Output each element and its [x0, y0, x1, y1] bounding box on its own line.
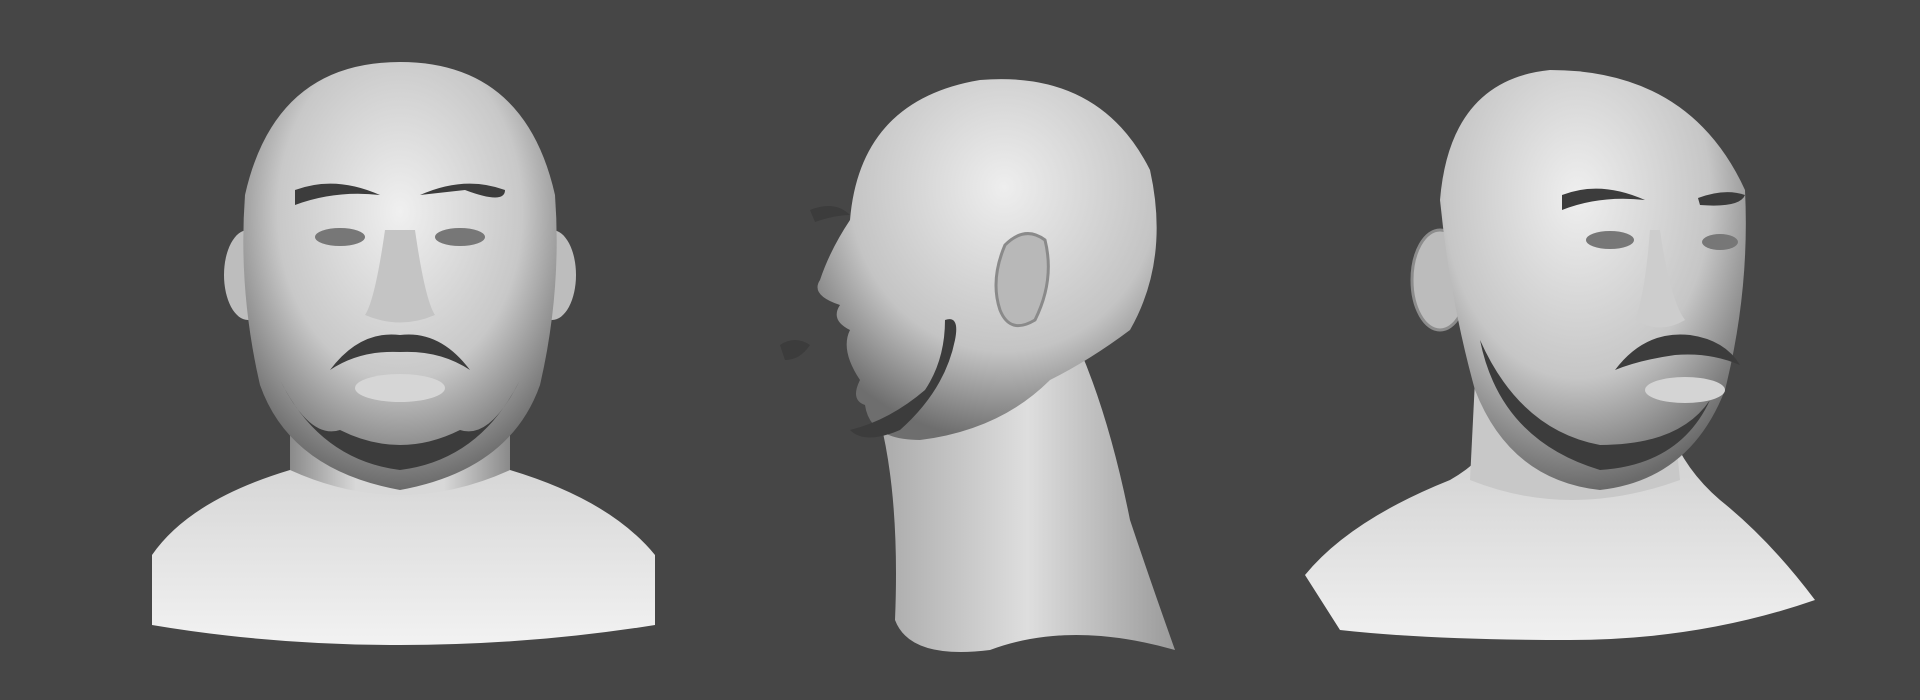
- profile-view-render: [750, 0, 1190, 700]
- profile-mustache: [780, 340, 810, 360]
- front-view-render: [130, 0, 670, 700]
- front-lips: [355, 374, 445, 402]
- three-quarter-right-eye: [1702, 234, 1738, 250]
- front-head-bust: [152, 62, 655, 645]
- three-quarter-view-render: [1300, 0, 1820, 700]
- three-quarter-head-bust: [1305, 70, 1815, 640]
- front-left-eye: [315, 228, 365, 246]
- three-quarter-lips: [1645, 377, 1725, 403]
- profile-head: [817, 79, 1157, 440]
- profile-head-bust: [780, 79, 1175, 652]
- sculpt-viewport[interactable]: [0, 0, 1920, 700]
- three-quarter-left-eye: [1586, 231, 1634, 249]
- profile-eyebrow: [810, 206, 850, 222]
- front-right-eye: [435, 228, 485, 246]
